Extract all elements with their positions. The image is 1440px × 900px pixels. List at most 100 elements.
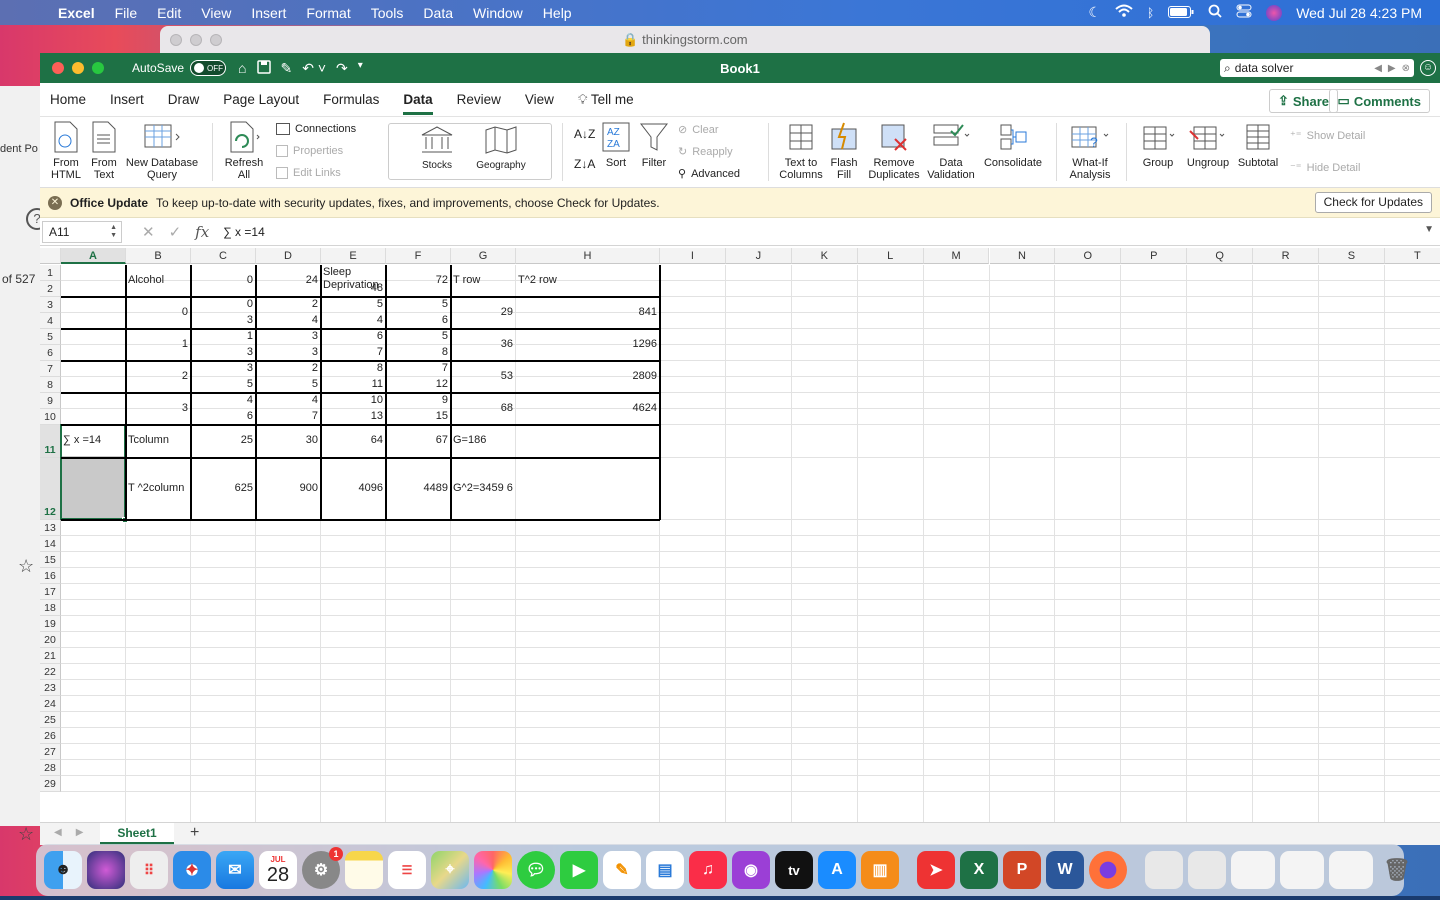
facetime-icon[interactable]: ▶ bbox=[560, 851, 598, 889]
hide-detail-button[interactable]: ⁻⁼ Hide Detail bbox=[1290, 161, 1360, 175]
finder-icon[interactable]: ☻ bbox=[44, 851, 82, 889]
row-header-14[interactable]: 14 bbox=[40, 536, 61, 552]
menu-edit[interactable]: Edit bbox=[157, 5, 181, 21]
calendar-icon[interactable]: JUL 28 bbox=[259, 851, 297, 889]
minimized-window-thumb[interactable] bbox=[1280, 851, 1324, 889]
filter-button[interactable]: Filter bbox=[638, 121, 670, 169]
launchpad-icon[interactable]: ⠿ bbox=[130, 851, 168, 889]
photos-icon[interactable] bbox=[474, 851, 512, 889]
column-header-f[interactable]: F bbox=[386, 248, 451, 264]
cell-f6[interactable]: 8 bbox=[386, 345, 450, 361]
mail-icon[interactable]: ✉ bbox=[216, 851, 254, 889]
column-header-i[interactable]: I bbox=[660, 248, 726, 264]
cell-d10[interactable]: 7 bbox=[256, 409, 320, 425]
tab-formulas[interactable]: Formulas bbox=[323, 92, 379, 107]
cell-e3[interactable]: 5 bbox=[321, 297, 385, 313]
row-header-3[interactable]: 3 bbox=[40, 297, 61, 313]
minimized-window-thumb[interactable] bbox=[1231, 851, 1275, 889]
undo-icon[interactable]: ↶ ˅ bbox=[302, 60, 326, 77]
add-sheet-button[interactable]: + bbox=[190, 824, 199, 842]
cell-d11[interactable]: 30 bbox=[256, 425, 320, 458]
cell-d3[interactable]: 2 bbox=[256, 297, 320, 313]
remove-duplicates-button[interactable]: Remove Duplicates bbox=[866, 121, 922, 181]
apple-tv-icon[interactable]: tv bbox=[775, 851, 813, 889]
column-header-j[interactable]: J bbox=[725, 248, 792, 264]
connections-button[interactable]: Connections bbox=[276, 123, 356, 135]
sort-button[interactable]: AZ ZA Sort bbox=[600, 121, 632, 169]
column-header-l[interactable]: L bbox=[857, 248, 924, 264]
row-header-4[interactable]: 4 bbox=[40, 313, 61, 329]
cell-b1[interactable]: Alcohol bbox=[126, 265, 190, 297]
cell-h3[interactable]: 841 bbox=[516, 297, 659, 329]
cell-f5[interactable]: 5 bbox=[386, 329, 450, 345]
sort-ascending-button[interactable]: A↓Z bbox=[574, 127, 595, 141]
pdf-app-icon[interactable]: ➤ bbox=[917, 851, 955, 889]
column-header-e[interactable]: E bbox=[321, 248, 386, 264]
cell-f11[interactable]: 67 bbox=[386, 425, 450, 458]
column-header-k[interactable]: K bbox=[791, 248, 858, 264]
column-header-r[interactable]: R bbox=[1253, 248, 1319, 264]
geography-button[interactable]: Geography bbox=[474, 125, 528, 172]
minimized-window-thumb[interactable] bbox=[1329, 851, 1373, 889]
sheet-tab-sheet1[interactable]: Sheet1 bbox=[100, 823, 174, 845]
tab-view[interactable]: View bbox=[525, 92, 554, 107]
wifi-icon[interactable] bbox=[1115, 4, 1133, 21]
browser-url[interactable]: 🔒 thinkingstorm.com bbox=[160, 32, 1210, 48]
edit-links-button[interactable]: Edit Links bbox=[276, 167, 341, 179]
name-box-stepper-icon[interactable]: ▲ ▼ bbox=[110, 224, 117, 240]
home-icon[interactable]: ⌂ bbox=[238, 60, 246, 77]
row-header-2[interactable]: 2 bbox=[40, 281, 61, 297]
menu-format[interactable]: Format bbox=[306, 5, 350, 21]
books-icon[interactable]: ▥ bbox=[861, 851, 899, 889]
cell-d8[interactable]: 5 bbox=[256, 377, 320, 393]
battery-icon[interactable] bbox=[1168, 5, 1194, 21]
clear-filter-button[interactable]: ⊘ Clear bbox=[678, 123, 719, 137]
search-next-icon[interactable]: ▶ bbox=[1388, 63, 1396, 74]
cell-c3[interactable]: 0 bbox=[191, 297, 255, 313]
tell-me[interactable]: 💡︎ Tell me bbox=[578, 92, 634, 108]
cell-h5[interactable]: 1296 bbox=[516, 329, 659, 361]
refresh-all-button[interactable]: Refresh All bbox=[222, 121, 266, 181]
comments-button[interactable]: ▭ Comments bbox=[1328, 89, 1430, 113]
enter-formula-icon[interactable]: ✓ bbox=[169, 223, 182, 241]
minimize-window-button[interactable] bbox=[72, 62, 84, 74]
menu-data[interactable]: Data bbox=[423, 5, 453, 21]
cell-g3[interactable]: 29 bbox=[451, 297, 515, 329]
tab-data[interactable]: Data bbox=[403, 92, 433, 115]
menu-file[interactable]: File bbox=[115, 5, 138, 21]
next-sheet-icon[interactable]: ▶ bbox=[76, 827, 84, 838]
system-preferences-icon[interactable]: ⚙ 1 bbox=[302, 847, 343, 889]
cell-e6[interactable]: 7 bbox=[321, 345, 385, 361]
column-header-d[interactable]: D bbox=[256, 248, 321, 264]
row-header-6[interactable]: 6 bbox=[40, 345, 61, 361]
cell-g12[interactable]: G^2=3459 6 bbox=[451, 458, 515, 520]
cell-f4[interactable]: 6 bbox=[386, 313, 450, 329]
cell-e9[interactable]: 10 bbox=[321, 393, 385, 409]
excel-dock-icon[interactable]: X bbox=[960, 851, 998, 889]
cell-f12[interactable]: 4489 bbox=[386, 458, 450, 520]
cell-f9[interactable]: 9 bbox=[386, 393, 450, 409]
cell-d1[interactable]: 24 bbox=[256, 265, 320, 297]
cell-h9[interactable]: 4624 bbox=[516, 393, 659, 425]
cell-b9[interactable]: 3 bbox=[126, 393, 190, 425]
row-header-11[interactable]: 11 bbox=[40, 425, 61, 458]
row-header-22[interactable]: 22 bbox=[40, 664, 61, 680]
cell-e10[interactable]: 13 bbox=[321, 409, 385, 425]
text-to-columns-button[interactable]: Text to Columns bbox=[776, 121, 826, 181]
row-header-23[interactable]: 23 bbox=[40, 680, 61, 696]
reminders-icon[interactable]: ☰ bbox=[388, 851, 426, 889]
cell-e4[interactable]: 4 bbox=[321, 313, 385, 329]
app-store-icon[interactable]: A bbox=[818, 851, 856, 889]
subtotal-button[interactable]: Subtotal bbox=[1236, 121, 1280, 169]
cell-f7[interactable]: 7 bbox=[386, 361, 450, 377]
row-header-10[interactable]: 10 bbox=[40, 409, 61, 425]
save-icon[interactable] bbox=[256, 59, 271, 77]
cell-b11[interactable]: Tcolumn bbox=[126, 425, 190, 458]
safari-icon[interactable]: ✦ bbox=[173, 851, 211, 889]
control-center-icon[interactable] bbox=[1236, 4, 1252, 21]
cell-b5[interactable]: 1 bbox=[126, 329, 190, 361]
cell-c1[interactable]: 0 bbox=[191, 265, 255, 297]
prev-sheet-icon[interactable]: ◀ bbox=[54, 827, 62, 838]
column-header-h[interactable]: H bbox=[516, 248, 660, 264]
messages-icon[interactable]: 💬︎ bbox=[517, 851, 555, 889]
